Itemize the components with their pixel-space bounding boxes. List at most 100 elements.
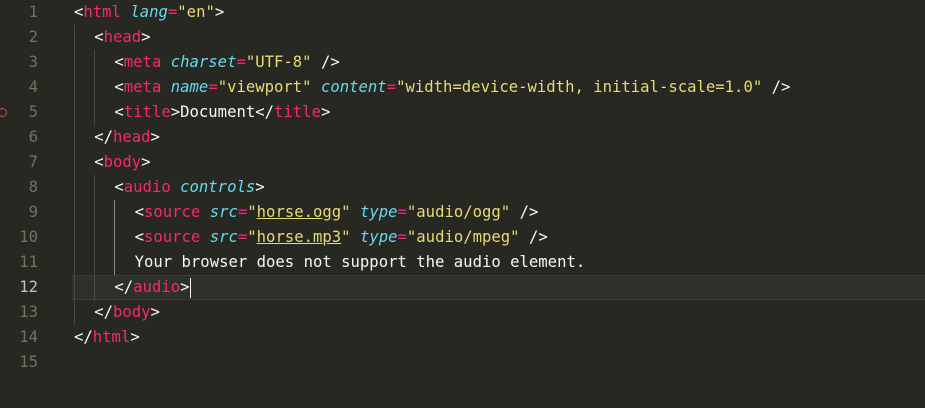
line-number: 8 [28, 178, 38, 196]
token-tag: audio [133, 278, 181, 296]
line-number: 2 [28, 28, 38, 46]
code-line[interactable]: 8 <audio controls> [0, 175, 925, 200]
token-punc [161, 53, 170, 71]
code-line[interactable]: 2 <head> [0, 25, 925, 50]
code-content[interactable]: <html lang="en"> [72, 0, 925, 25]
token-attr: lang [130, 3, 168, 21]
code-content[interactable]: <body> [72, 150, 925, 175]
line-number: 4 [28, 78, 38, 96]
code-content[interactable]: <source src="horse.mp3" type="audio/mpeg… [72, 225, 925, 250]
code-text: <head> [94, 25, 150, 50]
indent-guide [74, 75, 75, 100]
token-punc: > [180, 278, 190, 296]
token-str: " [247, 228, 257, 246]
code-content[interactable]: </html> [72, 325, 925, 350]
token-punc: > [320, 103, 331, 121]
token-punc [351, 228, 360, 246]
token-tag: head [112, 128, 151, 146]
indent-guide [114, 225, 116, 250]
indent-guide [74, 50, 75, 75]
token-punc: </ [94, 128, 113, 146]
indent-guide [74, 276, 75, 301]
code-text: </body> [94, 300, 160, 325]
code-line[interactable]: 3 <meta charset="UTF-8" /> [0, 50, 925, 75]
indent-guide [74, 150, 75, 175]
token-punc: > [255, 178, 265, 196]
code-line[interactable]: 12 </audio> [0, 275, 925, 301]
token-punc: > [150, 128, 160, 146]
code-line[interactable]: 10 <source src="horse.mp3" type="audio/mp… [0, 225, 925, 250]
indent-guide [114, 250, 116, 275]
code-text: </head> [94, 125, 160, 150]
code-content[interactable]: <meta charset="UTF-8" /> [72, 50, 925, 75]
token-tag: html [83, 3, 121, 21]
token-tag: source [143, 203, 201, 221]
token-punc [200, 228, 209, 246]
code-editor[interactable]: 1 <html lang="en"> 2 <head> 3 <meta charset="… [0, 0, 925, 408]
text-cursor [189, 277, 191, 298]
token-str: "viewport" [217, 78, 312, 96]
indent-guide [94, 225, 96, 250]
token-punc [171, 178, 180, 196]
code-line[interactable]: 4 <meta name="viewport" content="width=de… [0, 75, 925, 100]
line-number: 1 [28, 3, 38, 21]
token-tag: source [143, 228, 201, 246]
code-text: </html> [74, 325, 140, 350]
code-line[interactable]: 5 <title>Document</title> [0, 100, 925, 125]
token-punc: > [141, 153, 151, 171]
code-content[interactable]: <meta name="viewport" content="width=dev… [72, 75, 925, 100]
indent-guide [74, 300, 75, 325]
code-content[interactable]: <audio controls> [72, 175, 925, 200]
code-text: <html lang="en"> [74, 0, 224, 25]
code-line[interactable]: 9 <source src="horse.ogg" type="audio/ogg… [0, 200, 925, 225]
token-strlink: horse.ogg [256, 203, 342, 221]
line-number: 12 [19, 278, 38, 296]
code-line[interactable]: 15 [0, 350, 925, 375]
indent-guide [94, 250, 96, 275]
code-text: Your browser does not support the audio … [135, 250, 586, 275]
code-line[interactable]: 7 <body> [0, 150, 925, 175]
code-content[interactable]: Your browser does not support the audio … [72, 250, 925, 275]
indent-guide [94, 100, 96, 125]
token-punc: < [114, 53, 124, 71]
code-content[interactable]: </body> [72, 300, 925, 325]
indent-guide [114, 200, 116, 225]
code-content[interactable] [72, 350, 925, 375]
token-tag: body [112, 303, 151, 321]
indent-guide [94, 276, 96, 301]
code-line[interactable]: 13 </body> [0, 300, 925, 325]
code-line[interactable]: 1 <html lang="en"> [0, 0, 925, 25]
code-line[interactable]: 14 </html> [0, 325, 925, 350]
token-tag: html [92, 328, 131, 346]
line-number: 7 [28, 153, 38, 171]
token-punc: > [170, 103, 181, 121]
token-punc: </ [74, 328, 93, 346]
code-content[interactable]: <head> [72, 25, 925, 50]
code-content[interactable]: </head> [72, 125, 925, 150]
token-str: " [341, 228, 351, 246]
code-line[interactable]: 6 </head> [0, 125, 925, 150]
indent-guide [74, 25, 75, 50]
code-text: <body> [94, 150, 150, 175]
code-line[interactable]: 11 Your browser does not support the audi… [0, 250, 925, 275]
token-punc: /> [762, 78, 791, 96]
code-content[interactable]: </audio> [72, 275, 925, 301]
token-punc [200, 203, 209, 221]
token-eq: = [208, 78, 218, 96]
token-eq: = [237, 203, 248, 221]
line-number: 10 [19, 228, 38, 246]
token-punc: </ [94, 303, 113, 321]
token-punc: > [141, 28, 151, 46]
token-attr: charset [170, 53, 237, 71]
code-content[interactable]: <source src="horse.ogg" type="audio/ogg"… [72, 200, 925, 225]
token-punc: < [114, 178, 124, 196]
token-eq: = [386, 78, 397, 96]
token-strlink: horse.mp3 [256, 228, 342, 246]
token-punc [312, 78, 321, 96]
token-attr: type [359, 203, 398, 221]
token-punc [161, 78, 170, 96]
code-text: <source src="horse.ogg" type="audio/ogg"… [135, 200, 539, 225]
code-content[interactable]: <title>Document</title> [72, 100, 925, 125]
token-str: "audio/mpeg" [406, 228, 520, 246]
token-text: Your browser does not support the audio … [134, 253, 586, 271]
